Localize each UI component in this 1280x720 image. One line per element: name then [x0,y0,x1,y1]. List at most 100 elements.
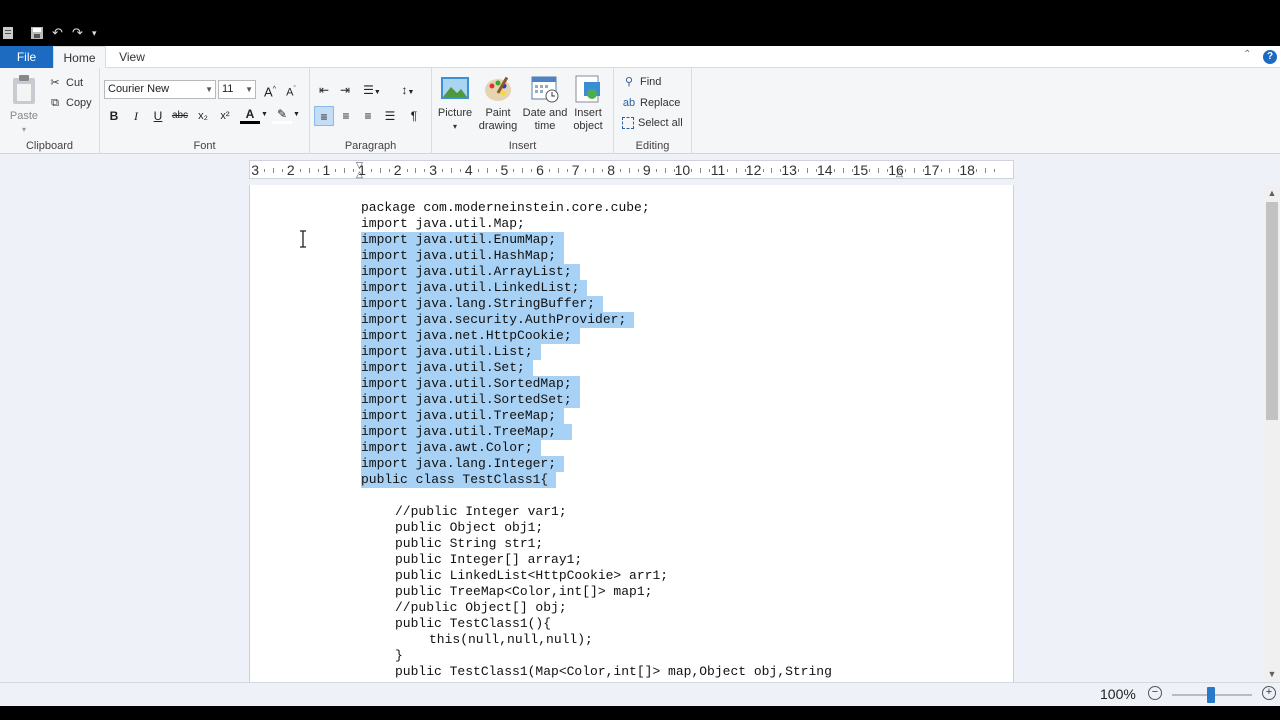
justify-icon[interactable]: ☰ [380,106,400,126]
code-line-selected[interactable]: import java.security.AuthProvider; [361,312,635,328]
subscript-button[interactable]: x₂ [193,106,213,126]
code-line[interactable]: package com.moderneinstein.core.cube; [361,200,650,216]
first-line-indent-marker[interactable]: ▽ [356,161,363,170]
app-menu-icon[interactable] [2,24,14,42]
cut-button[interactable]: ✂ Cut [48,74,83,92]
ruler[interactable]: 3 2 1 1 2 3 4 5 6 7 8 9 10 11 12 13 14 15 16 17 18 ▽ △ △ [249,160,1014,179]
line-spacing-icon[interactable]: ↕▼ [394,80,422,100]
tab-view[interactable]: View [110,46,154,68]
code-line-selected[interactable]: import java.lang.StringBuffer; [361,296,604,312]
ruler-tick [940,169,942,172]
zoom-in-button[interactable]: + [1262,686,1276,700]
align-center-icon[interactable]: ≡ [336,106,356,126]
ruler-tick [655,169,657,172]
grow-font-button[interactable]: A^ [260,80,280,100]
tab-file[interactable]: File [0,46,53,68]
code-line[interactable]: public String str1; [395,536,543,552]
scroll-down-icon[interactable]: ▼ [1264,667,1280,681]
zoom-slider-thumb[interactable] [1207,687,1215,703]
chevron-down-icon[interactable]: ▼ [293,111,300,118]
code-line[interactable]: this(null,null,null); [429,632,593,648]
text-color-button[interactable]: A [240,106,260,124]
code-line-selected[interactable]: public class TestClass1{ [361,472,557,488]
code-line-selected[interactable]: import java.awt.Color; [361,440,541,456]
code-line-selected[interactable]: import java.util.LinkedList; [361,280,588,296]
align-right-icon[interactable]: ≡ [358,106,378,126]
date-time-button[interactable]: Date and time [522,74,568,133]
code-line-selected[interactable]: import java.util.SortedMap; [361,376,580,392]
undo-icon[interactable]: ↶ [52,24,63,42]
document-page[interactable]: package com.moderneinstein.core.cube; im… [249,185,1014,682]
code-line[interactable]: public TestClass1(){ [395,616,551,632]
shrink-font-button[interactable]: Aˇ [281,80,301,100]
redo-icon[interactable]: ↷ [72,24,83,42]
code-line-selected[interactable]: import java.net.HttpCookie; [361,328,580,344]
bullets-icon[interactable]: ☰▼ [358,80,386,100]
code-line[interactable]: } [395,648,403,664]
paint-drawing-button[interactable]: Paint drawing [476,74,520,133]
increase-indent-icon[interactable]: ⇥ [335,80,355,100]
code-line[interactable]: //public Integer var1; [395,504,567,520]
save-icon[interactable] [30,24,44,42]
copy-label: Copy [66,97,92,109]
find-button[interactable]: ⚲ Find [622,73,661,91]
code-line-selected[interactable]: import java.util.ArrayList; [361,264,580,280]
italic-button[interactable]: I [126,106,146,126]
paragraph-settings-icon[interactable]: ¶ [404,106,424,126]
paste-button[interactable]: Paste ▾ [6,74,42,136]
code-line-selected[interactable]: import java.util.SortedSet; [361,392,580,408]
code-line-selected[interactable]: import java.util.Set; [361,360,533,376]
font-size-select[interactable]: 11 ▼ [218,80,256,99]
chevron-down-icon[interactable]: ▼ [261,111,268,118]
vertical-scrollbar[interactable]: ▲ ▼ [1264,185,1280,682]
code-line[interactable]: public Object obj1; [395,520,543,536]
copy-button[interactable]: ⧉ Copy [48,94,92,112]
insert-object-button[interactable]: Insert object [568,74,608,133]
find-label: Find [640,76,662,88]
code-line-selected[interactable]: import java.util.TreeMap; [361,408,565,424]
ruler-tick [379,168,381,173]
left-indent-marker[interactable]: △ [356,170,363,179]
code-line-selected[interactable]: import java.util.EnumMap; [361,232,565,248]
ruler-tick [815,169,817,172]
highlight-button[interactable]: ✎ [272,106,292,124]
ruler-tick [513,169,515,172]
code-line-selected[interactable]: import java.util.List; [361,344,541,360]
help-icon[interactable]: ? [1263,50,1277,64]
picture-button[interactable]: Picture ▾ [436,74,474,133]
code-line-selected[interactable]: import java.util.TreeMap; [361,424,573,440]
code-line[interactable]: public TestClass1(Map<Color,int[]> map,O… [395,664,832,680]
code-line-selected[interactable]: import java.util.HashMap; [361,248,565,264]
ruler-tick [807,168,808,173]
code-line[interactable]: public LinkedList<HttpCookie> arr1; [395,568,668,584]
strikethrough-button[interactable]: abc [170,106,190,126]
tab-home[interactable]: Home [53,46,106,69]
select-all-button[interactable]: Select all [622,114,683,132]
ruler-tick [993,169,995,172]
replace-button[interactable]: ab Replace [622,94,680,112]
code-line[interactable]: public TreeMap<Color,int[]> map1; [395,584,652,600]
decrease-indent-icon[interactable]: ⇤ [314,80,334,100]
code-line[interactable]: public Integer[] array1; [395,552,582,568]
scroll-thumb[interactable] [1266,202,1278,420]
superscript-button[interactable]: x² [215,106,235,126]
ruler-tick [451,168,452,173]
customize-qat-icon[interactable]: ▾ [92,24,97,42]
ruler-tick [459,169,461,172]
underline-button[interactable]: U [148,106,168,126]
align-left-icon[interactable]: ≡ [314,106,334,126]
bold-button[interactable]: B [104,106,124,126]
ruler-tick [878,168,880,173]
zoom-out-button[interactable]: − [1148,686,1162,700]
font-family-select[interactable]: Courier New ▼ [104,80,216,99]
code-line-selected[interactable]: import java.lang.Integer; [361,456,565,472]
scroll-up-icon[interactable]: ▲ [1264,186,1280,200]
ruler-tick [353,169,355,172]
ruler-tick [548,169,550,172]
code-line[interactable]: //public Object[] obj; [395,600,567,616]
minimize-ribbon-icon[interactable]: ⌃ [1243,49,1251,60]
code-line[interactable]: import java.util.Map; [361,216,525,232]
ruler-tick [317,169,319,172]
ruler-tick [602,169,604,172]
right-indent-marker[interactable]: △ [896,169,903,178]
